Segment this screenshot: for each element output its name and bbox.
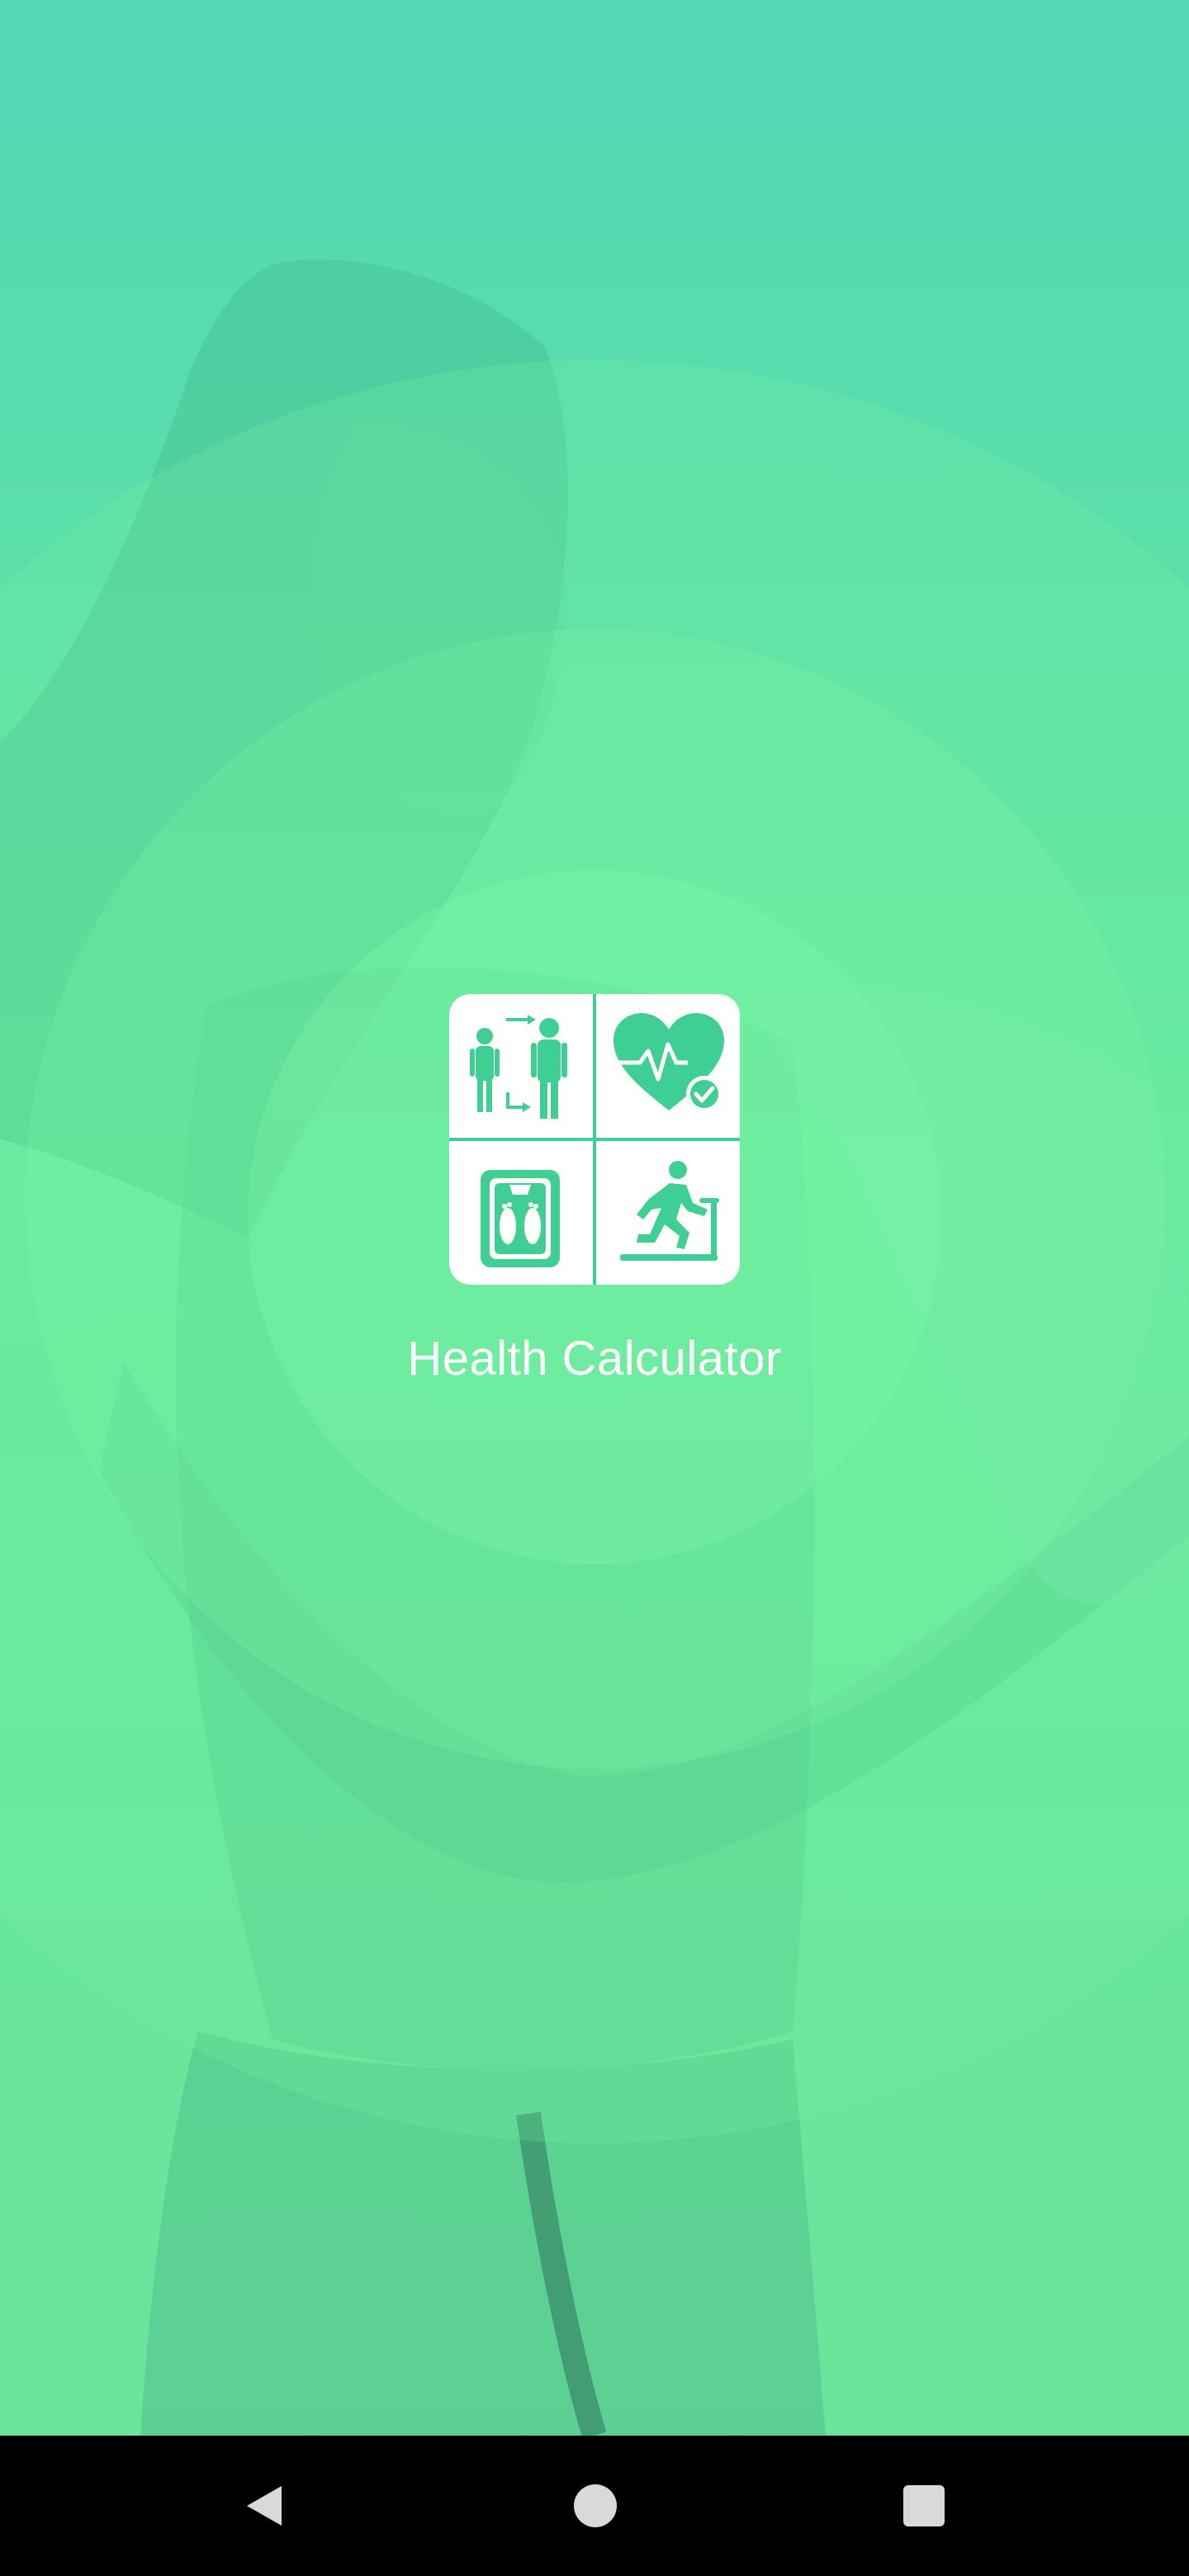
nav-home-button[interactable] bbox=[525, 2436, 666, 2576]
navigation-bar bbox=[0, 2436, 1189, 2576]
weight-scale-icon bbox=[449, 1143, 591, 1285]
app-logo bbox=[449, 994, 740, 1285]
logo-divider-horizontal bbox=[449, 1138, 740, 1141]
heart-check-icon bbox=[598, 994, 740, 1136]
app-title: Health Calculator bbox=[407, 1332, 782, 1385]
home-circle-icon bbox=[574, 2484, 617, 2527]
recents-square-icon bbox=[903, 2485, 945, 2526]
nav-recents-button[interactable] bbox=[854, 2436, 994, 2576]
treadmill-runner-icon bbox=[598, 1143, 740, 1285]
splash-screen: Health Calculator bbox=[0, 0, 1189, 2576]
back-triangle-icon bbox=[247, 2486, 282, 2526]
people-height-icon bbox=[449, 994, 591, 1136]
nav-back-button[interactable] bbox=[195, 2436, 335, 2576]
